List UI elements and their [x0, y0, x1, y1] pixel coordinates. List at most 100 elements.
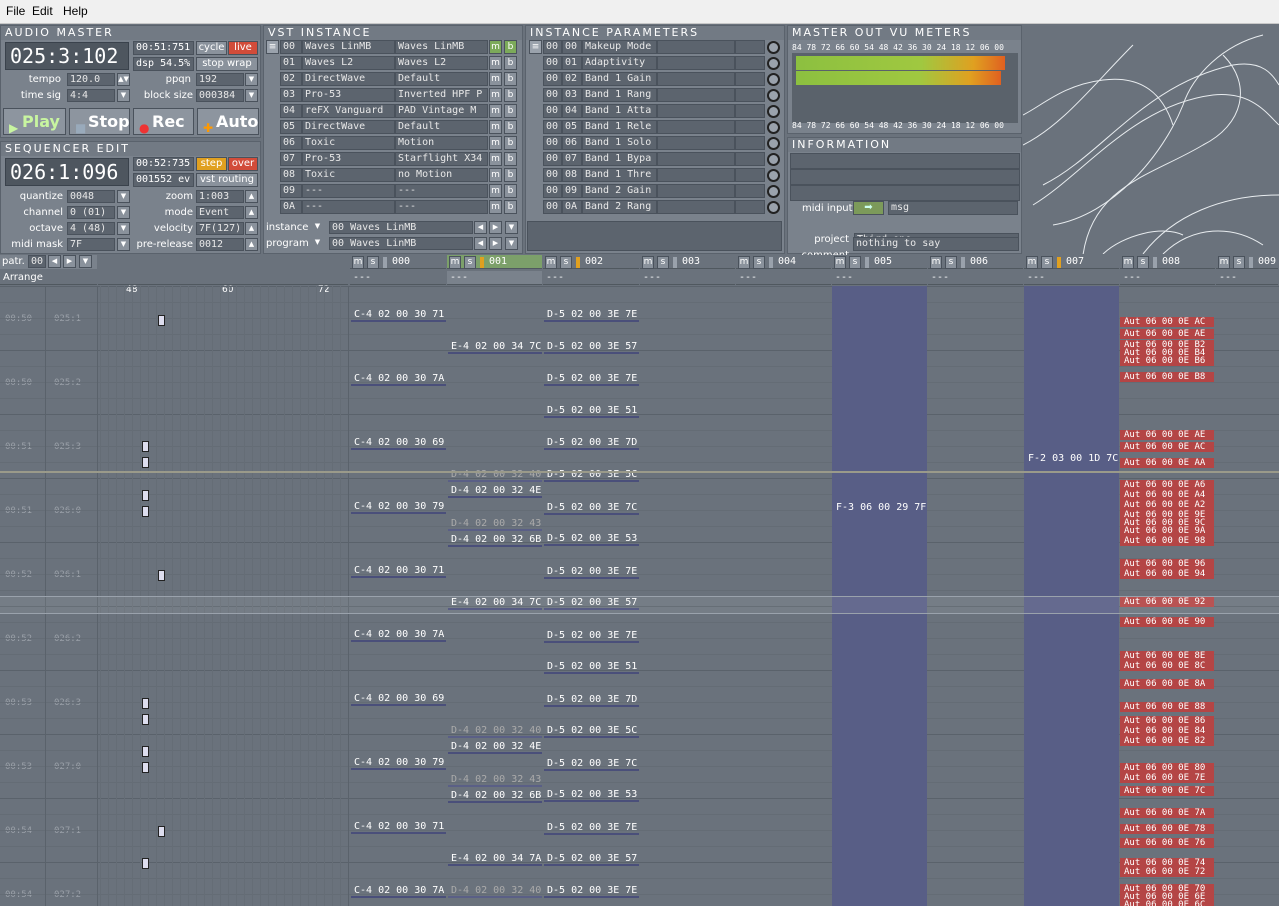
note-event[interactable]: E-4 02 00 34 7C	[448, 339, 542, 354]
timesig-dropdown-icon[interactable]: ▼	[117, 89, 130, 102]
vst-bypass-button[interactable]: b	[504, 120, 517, 134]
comment-field[interactable]: nothing to say	[853, 237, 1019, 251]
note-event[interactable]: D-5 02 00 3E 53	[544, 531, 639, 546]
sequencer-grid[interactable]: patr. 00 ◀ ▶ ▼ Arrange 48 60 72 00:50 02…	[0, 255, 1279, 906]
arrange-label[interactable]: Arrange	[0, 271, 97, 285]
program-next-icon[interactable]: ▶	[489, 237, 502, 250]
vst-row[interactable]: 01 Waves L2 Waves L2 m b	[264, 56, 522, 70]
track-mute-button[interactable]: m	[545, 256, 557, 269]
seq-param-field[interactable]: 0 (01)	[67, 206, 115, 219]
note-event[interactable]: D-5 02 00 3E 7D	[544, 435, 639, 450]
piano-note-marker[interactable]	[142, 506, 149, 517]
track-pattern-field[interactable]: ---	[832, 271, 927, 285]
note-event[interactable]: D-5 02 00 3E 51	[544, 659, 639, 674]
param-value[interactable]	[657, 168, 735, 182]
piano-note-marker[interactable]	[142, 746, 149, 757]
seq-param-field[interactable]: 0048	[67, 190, 115, 203]
live-button[interactable]: live	[228, 41, 258, 55]
track-mute-button[interactable]: m	[642, 256, 654, 269]
vst-plugin-name[interactable]: Waves L2	[302, 56, 395, 70]
note-event[interactable]: D-5 02 00 3E 7E	[544, 628, 639, 643]
param-value[interactable]	[657, 72, 735, 86]
param-knob-icon[interactable]	[767, 57, 780, 70]
menu-help[interactable]: Help	[63, 4, 88, 18]
track-solo-button[interactable]: s	[657, 256, 669, 269]
track-header[interactable]: m s 005	[832, 255, 927, 269]
automation-event[interactable]: Aut 06 00 0E 80	[1120, 763, 1214, 773]
note-event[interactable]: D-4 02 00 32 6B	[448, 532, 542, 547]
track-header[interactable]: m s 008	[1120, 255, 1215, 269]
track-pattern-field[interactable]: ---	[736, 271, 831, 285]
vst-bypass-button[interactable]: b	[504, 40, 517, 54]
note-event[interactable]: D-4 02 00 32 43	[448, 516, 542, 531]
piano-note-marker[interactable]	[158, 826, 165, 837]
seq-param2-stepper-icon[interactable]: ▲	[245, 206, 258, 219]
piano-note-marker[interactable]	[142, 457, 149, 468]
track-solo-button[interactable]: s	[560, 256, 572, 269]
vst-row[interactable]: 06 Toxic Motion m b	[264, 136, 522, 150]
param-value-field[interactable]	[527, 221, 782, 251]
vst-row[interactable]: 07 Pro-53 Starflight X34 m b	[264, 152, 522, 166]
vst-program-name[interactable]: Motion	[395, 136, 488, 150]
seq-param-dropdown-icon[interactable]: ▼	[117, 238, 130, 251]
vst-bypass-button[interactable]: b	[504, 152, 517, 166]
note-event[interactable]: C-4 02 00 30 71	[351, 307, 446, 322]
vst-program-name[interactable]: PAD Vintage M	[395, 104, 488, 118]
param-value[interactable]	[657, 88, 735, 102]
vst-program-name[interactable]: no Motion	[395, 168, 488, 182]
vst-program-name[interactable]: ---	[395, 200, 488, 214]
automation-event[interactable]: Aut 06 00 0E 72	[1120, 867, 1214, 877]
vst-bypass-button[interactable]: b	[504, 88, 517, 102]
vst-row[interactable]: 0A --- --- m b	[264, 200, 522, 214]
instance-field[interactable]: 00 Waves LinMB	[329, 221, 473, 234]
piano-note-marker[interactable]	[142, 858, 149, 869]
vst-row[interactable]: 03 Pro-53 Inverted HPF P m b	[264, 88, 522, 102]
note-event[interactable]: C-4 02 00 30 69	[351, 691, 446, 706]
track-mute-button[interactable]: m	[738, 256, 750, 269]
seq-param-dropdown-icon[interactable]: ▼	[117, 222, 130, 235]
param-row[interactable]: 00 03 Band 1 Rang	[527, 88, 785, 102]
track-header[interactable]: m s 000	[350, 255, 446, 269]
timesig-field[interactable]: 4:4	[67, 89, 115, 102]
param-knob-icon[interactable]	[767, 169, 780, 182]
automation-event[interactable]: Aut 06 00 0E 94	[1120, 569, 1214, 579]
blocksize-field[interactable]: 000384	[196, 89, 244, 102]
param-row[interactable]: 00 08 Band 1 Thre	[527, 168, 785, 182]
rec-button[interactable]: ● Rec	[133, 108, 194, 135]
instance-next-icon[interactable]: ▶	[489, 221, 502, 234]
track-header[interactable]: m s 004	[736, 255, 831, 269]
vst-plugin-name[interactable]: Toxic	[302, 168, 395, 182]
note-event[interactable]: D-5 02 00 3E 51	[544, 403, 639, 418]
track-pattern-field[interactable]: ---	[447, 271, 542, 285]
seq-param2-field[interactable]: 7F(127)	[196, 222, 244, 235]
tempo-field[interactable]: 120.0	[67, 73, 115, 86]
piano-note-marker[interactable]	[142, 441, 149, 452]
track-header[interactable]: m s 003	[640, 255, 735, 269]
track-pattern-field[interactable]: ---	[1024, 271, 1119, 285]
piano-note-marker[interactable]	[142, 714, 149, 725]
vst-bypass-button[interactable]: b	[504, 200, 517, 214]
track-header[interactable]: m s 006	[928, 255, 1023, 269]
note-event[interactable]: D-4 02 00 32 40	[448, 467, 542, 482]
track-header[interactable]: m s 009	[1216, 255, 1278, 269]
seq-param2-field[interactable]: 1:003	[196, 190, 244, 203]
vst-plugin-name[interactable]: Toxic	[302, 136, 395, 150]
note-event[interactable]: D-5 02 00 3E 7E	[544, 307, 639, 322]
automation-event[interactable]: Aut 06 00 0E AE	[1120, 430, 1214, 440]
track-mute-button[interactable]: m	[1218, 256, 1230, 269]
vst-plugin-name[interactable]: DirectWave	[302, 72, 395, 86]
automation-event[interactable]: Aut 06 00 0E AC	[1120, 317, 1214, 327]
note-event[interactable]: D-5 02 00 3E 5C	[544, 467, 639, 482]
automation-event[interactable]: Aut 06 00 0E 86	[1120, 716, 1214, 726]
tempo-stepper-icon[interactable]: ▲▼	[117, 73, 130, 86]
track-header[interactable]: m s 007	[1024, 255, 1119, 269]
vst-program-name[interactable]: Default	[395, 72, 488, 86]
note-event[interactable]: D-5 02 00 3E 7C	[544, 756, 639, 771]
track-solo-button[interactable]: s	[945, 256, 957, 269]
list-icon[interactable]: ≡	[266, 40, 279, 54]
automation-event[interactable]: Aut 06 00 0E 76	[1120, 838, 1214, 848]
note-event[interactable]: C-4 02 00 30 79	[351, 499, 446, 514]
piano-note-marker[interactable]	[158, 315, 165, 326]
program-field[interactable]: 00 Waves LinMB	[329, 237, 473, 250]
automation-event[interactable]: Aut 06 00 0E B6	[1120, 356, 1214, 366]
